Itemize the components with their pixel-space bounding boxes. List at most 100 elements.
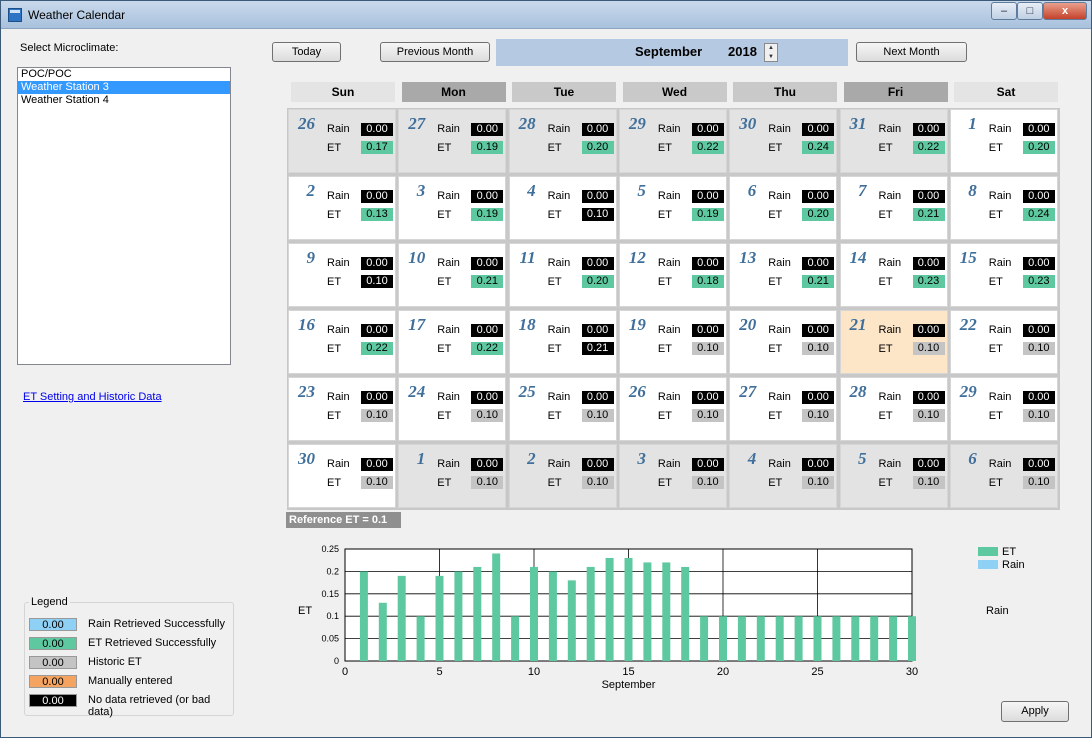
calendar-day-cell[interactable]: 30 Rain ET 0.00 0.24 [729, 109, 838, 173]
rain-value[interactable]: 0.00 [361, 123, 393, 136]
calendar-day-cell[interactable]: 18 Rain ET 0.00 0.21 [508, 310, 617, 374]
et-value[interactable]: 0.23 [912, 275, 945, 288]
calendar-day-cell[interactable]: 1 Rain ET 0.00 0.10 [398, 444, 507, 508]
rain-value[interactable]: 0.00 [361, 257, 393, 270]
rain-value[interactable]: 0.00 [361, 391, 393, 404]
et-value[interactable]: 0.23 [1022, 275, 1055, 288]
calendar-day-cell[interactable]: 7 Rain ET 0.00 0.21 [839, 176, 948, 240]
apply-button[interactable]: Apply [1001, 701, 1069, 722]
et-value[interactable]: 0.10 [581, 409, 614, 422]
et-value[interactable]: 0.10 [1022, 476, 1055, 489]
et-value[interactable]: 0.21 [802, 275, 835, 288]
et-value[interactable]: 0.13 [361, 208, 393, 221]
minimize-button[interactable]: – [991, 2, 1017, 20]
et-value[interactable]: 0.22 [471, 342, 504, 355]
et-value[interactable]: 0.19 [691, 208, 724, 221]
calendar-day-cell[interactable]: 21 Rain ET 0.00 0.10 [839, 310, 948, 374]
rain-value[interactable]: 0.00 [1022, 257, 1055, 270]
close-button[interactable]: x [1043, 2, 1087, 20]
calendar-day-cell[interactable]: 10 Rain ET 0.00 0.21 [398, 243, 507, 307]
et-value[interactable]: 0.21 [471, 275, 504, 288]
et-value[interactable]: 0.10 [802, 476, 835, 489]
rain-value[interactable]: 0.00 [1022, 123, 1055, 136]
rain-value[interactable]: 0.00 [471, 190, 504, 203]
rain-value[interactable]: 0.00 [581, 257, 614, 270]
calendar-day-cell[interactable]: 8 Rain ET 0.00 0.24 [949, 176, 1058, 240]
rain-value[interactable]: 0.00 [912, 458, 945, 471]
calendar-day-cell[interactable]: 13 Rain ET 0.00 0.21 [729, 243, 838, 307]
calendar-day-cell[interactable]: 19 Rain ET 0.00 0.10 [618, 310, 727, 374]
calendar-day-cell[interactable]: 15 Rain ET 0.00 0.23 [949, 243, 1058, 307]
et-setting-link[interactable]: ET Setting and Historic Data [23, 391, 162, 403]
calendar-day-cell[interactable]: 17 Rain ET 0.00 0.22 [398, 310, 507, 374]
rain-value[interactable]: 0.00 [912, 324, 945, 337]
rain-value[interactable]: 0.00 [1022, 458, 1055, 471]
calendar-day-cell[interactable]: 23 Rain ET 0.00 0.10 [288, 377, 396, 441]
et-value[interactable]: 0.10 [912, 409, 945, 422]
rain-value[interactable]: 0.00 [581, 190, 614, 203]
rain-value[interactable]: 0.00 [802, 458, 835, 471]
rain-value[interactable]: 0.00 [581, 324, 614, 337]
year-input[interactable]: 2018 [726, 43, 762, 61]
et-value[interactable]: 0.18 [691, 275, 724, 288]
calendar-day-cell[interactable]: 6 Rain ET 0.00 0.10 [949, 444, 1058, 508]
list-item-selected[interactable]: Weather Station 3 [18, 81, 230, 94]
et-value[interactable]: 0.19 [471, 208, 504, 221]
et-value[interactable]: 0.10 [581, 476, 614, 489]
et-value[interactable]: 0.19 [471, 141, 504, 154]
rain-value[interactable]: 0.00 [471, 257, 504, 270]
calendar-day-cell[interactable]: 6 Rain ET 0.00 0.20 [729, 176, 838, 240]
rain-value[interactable]: 0.00 [691, 190, 724, 203]
rain-value[interactable]: 0.00 [691, 391, 724, 404]
et-value[interactable]: 0.24 [802, 141, 835, 154]
et-value[interactable]: 0.22 [912, 141, 945, 154]
rain-value[interactable]: 0.00 [802, 391, 835, 404]
calendar-day-cell[interactable]: 4 Rain ET 0.00 0.10 [729, 444, 838, 508]
calendar-day-cell[interactable]: 24 Rain ET 0.00 0.10 [398, 377, 507, 441]
rain-value[interactable]: 0.00 [581, 458, 614, 471]
calendar-day-cell[interactable]: 3 Rain ET 0.00 0.19 [398, 176, 507, 240]
spin-down-icon[interactable]: ▼ [765, 53, 777, 62]
rain-value[interactable]: 0.00 [691, 458, 724, 471]
rain-value[interactable]: 0.00 [1022, 391, 1055, 404]
calendar-day-cell[interactable]: 22 Rain ET 0.00 0.10 [949, 310, 1058, 374]
calendar-day-cell[interactable]: 3 Rain ET 0.00 0.10 [618, 444, 727, 508]
et-value[interactable]: 0.10 [802, 342, 835, 355]
rain-value[interactable]: 0.00 [912, 190, 945, 203]
rain-value[interactable]: 0.00 [581, 391, 614, 404]
calendar-day-cell[interactable]: 29 Rain ET 0.00 0.10 [949, 377, 1058, 441]
calendar-day-cell[interactable]: 29 Rain ET 0.00 0.22 [618, 109, 727, 173]
calendar-day-cell[interactable]: 16 Rain ET 0.00 0.22 [288, 310, 396, 374]
today-button[interactable]: Today [272, 42, 341, 62]
rain-value[interactable]: 0.00 [1022, 324, 1055, 337]
et-value[interactable]: 0.17 [361, 141, 393, 154]
et-value[interactable]: 0.10 [471, 409, 504, 422]
year-spinner[interactable]: ▲ ▼ [764, 43, 778, 62]
et-value[interactable]: 0.22 [691, 141, 724, 154]
next-month-button[interactable]: Next Month [856, 42, 967, 62]
rain-value[interactable]: 0.00 [361, 190, 393, 203]
et-value[interactable]: 0.10 [912, 342, 945, 355]
calendar-day-cell[interactable]: 12 Rain ET 0.00 0.18 [618, 243, 727, 307]
list-item[interactable]: Weather Station 4 [18, 94, 230, 107]
calendar-day-cell[interactable]: 27 Rain ET 0.00 0.10 [729, 377, 838, 441]
et-value[interactable]: 0.20 [581, 275, 614, 288]
calendar-day-cell[interactable]: 9 Rain ET 0.00 0.10 [288, 243, 396, 307]
rain-value[interactable]: 0.00 [691, 123, 724, 136]
list-item[interactable]: POC/POC [18, 68, 230, 81]
calendar-day-cell[interactable]: 20 Rain ET 0.00 0.10 [729, 310, 838, 374]
rain-value[interactable]: 0.00 [471, 324, 504, 337]
calendar-day-cell[interactable]: 30 Rain ET 0.00 0.10 [288, 444, 396, 508]
calendar-day-cell[interactable]: 4 Rain ET 0.00 0.10 [508, 176, 617, 240]
et-value[interactable]: 0.10 [802, 409, 835, 422]
maximize-button[interactable]: □ [1017, 2, 1043, 20]
rain-value[interactable]: 0.00 [471, 458, 504, 471]
calendar-day-cell[interactable]: 26 Rain ET 0.00 0.10 [618, 377, 727, 441]
rain-value[interactable]: 0.00 [361, 324, 393, 337]
calendar-day-cell[interactable]: 5 Rain ET 0.00 0.10 [839, 444, 948, 508]
calendar-day-cell[interactable]: 11 Rain ET 0.00 0.20 [508, 243, 617, 307]
et-value[interactable]: 0.10 [912, 476, 945, 489]
calendar-day-cell[interactable]: 2 Rain ET 0.00 0.10 [508, 444, 617, 508]
calendar-day-cell[interactable]: 1 Rain ET 0.00 0.20 [949, 109, 1058, 173]
et-value[interactable]: 0.10 [581, 208, 614, 221]
